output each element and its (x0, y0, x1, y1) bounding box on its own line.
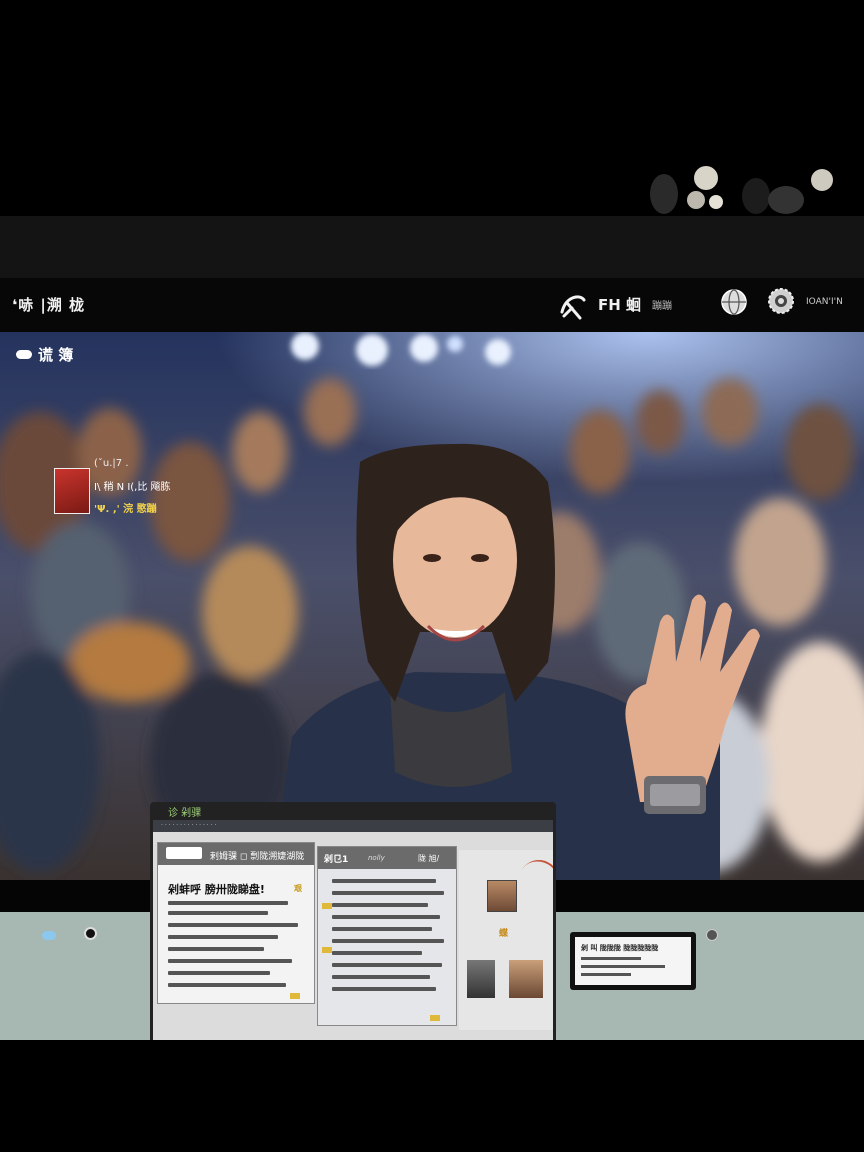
indicator-blue-icon (42, 931, 56, 940)
track-info-line2: I\ 稍 N I(,比 飚胨 (94, 482, 171, 493)
text-line (332, 903, 428, 907)
panel-feed-marker (322, 947, 332, 953)
track-thumbnail (54, 468, 90, 514)
text-line (332, 915, 440, 919)
cable-decoration (511, 852, 553, 908)
video-stage[interactable]: 谎 簿 (ˇu.|7 . I\ 稍 N I(,比 飚胨 'Ψ. ,' 浣 愍蹦 (0, 332, 864, 880)
text-line (168, 901, 288, 905)
panel-feed-marker (430, 1015, 440, 1021)
user-avatar[interactable] (487, 880, 517, 912)
text-line (168, 971, 270, 975)
track-info-line3: 'Ψ. ,' 浣 愍蹦 (94, 504, 157, 515)
concert-scene (0, 332, 864, 880)
text-line (332, 975, 430, 979)
text-line (332, 963, 442, 967)
panel-feed-marker (322, 903, 332, 909)
track-info-line1: (ˇu.|7 . (94, 458, 129, 469)
laptop-screen[interactable]: · · · · · · · · · · · · · · · 剌姆骒 ◻ 剽陇溯婕… (153, 820, 553, 1040)
text-line (168, 959, 292, 963)
indicator-grey-icon[interactable] (706, 929, 718, 941)
text-line (581, 965, 665, 968)
toolbar-strip (0, 216, 864, 278)
text-line (581, 973, 631, 976)
browser-toolbar: · · · · · · · · · · · · · · · (153, 820, 553, 832)
text-line (168, 935, 278, 939)
panel-media-badge: 蝶 (499, 929, 509, 939)
brand-subtitle: 蹦蹦 (652, 301, 672, 312)
text-line (332, 939, 444, 943)
globe-icon[interactable] (720, 288, 748, 316)
panel-articles-marker (290, 993, 300, 999)
live-label: 谎 簿 (38, 346, 74, 364)
panel-feed-badge: 陇 旭/ (418, 854, 440, 863)
menu-label[interactable]: IOAN'I'N (806, 297, 843, 307)
panel-articles[interactable]: 剌姆骒 ◻ 剽陇溯婕湖陇 剁蚌呼 膀卅陇睇盘! 艰 (157, 842, 315, 1004)
panel-media[interactable]: 蝶 (459, 850, 553, 1030)
media-thumbnail[interactable] (509, 960, 543, 998)
laptop-device: 诊 剁骒 · · · · · · · · · · · · · · · 剌姆骒 ◻… (150, 802, 556, 1040)
gear-icon[interactable] (766, 286, 796, 316)
app-header: ❛哧 |溯 栊 FH 蛔 蹦蹦 IOAN'I'N (0, 278, 864, 332)
indicator-record-icon[interactable] (84, 927, 97, 940)
laptop-title: 诊 剁骒 (168, 808, 202, 819)
bottom-black-area (0, 1040, 864, 1152)
text-line (332, 879, 436, 883)
tablet-screen[interactable]: 剁 叫 陇陇陇 陇陇陇陇陇 (575, 937, 691, 985)
app-title: ❛哧 |溯 栊 (12, 296, 86, 314)
panel-articles-header-text: 剌姆骒 ◻ 剽陇溯婕湖陇 (210, 852, 305, 862)
text-line (168, 923, 298, 927)
live-badge: 谎 簿 (16, 344, 73, 365)
tablet-device: 剁 叫 陇陇陇 陇陇陇陇陇 (570, 932, 696, 990)
brand-name[interactable]: FH 蛔 (598, 294, 641, 315)
brand-logo-icon[interactable] (558, 290, 588, 322)
media-thumbnail[interactable] (467, 960, 495, 998)
live-dot-icon (16, 350, 32, 359)
panel-feed-subtitle: nolly (368, 854, 385, 862)
tablet-heading: 剁 叫 陇陇陇 陇陇陇陇陇 (581, 944, 659, 952)
panel-feed-header-text: 剁㔾1 (324, 855, 349, 865)
panel-feed-header: 剁㔾1 nolly 陇 旭/ (318, 847, 456, 869)
track-info-card[interactable]: (ˇu.|7 . I\ 稍 N I(,比 飚胨 'Ψ. ,' 浣 愍蹦 (54, 458, 194, 516)
text-line (332, 987, 436, 991)
browser-url-placeholder[interactable]: · · · · · · · · · · · · · · · (161, 822, 216, 829)
text-line (332, 891, 444, 895)
panel-feed[interactable]: 剁㔾1 nolly 陇 旭/ (317, 846, 457, 1026)
text-line (332, 927, 432, 931)
panel-articles-tag: 艰 (294, 884, 302, 893)
panel-articles-title: 剁蚌呼 膀卅陇睇盘! (168, 883, 265, 896)
text-line (581, 957, 641, 960)
text-line (168, 947, 264, 951)
ambient-stage-lights (650, 166, 833, 214)
panel-articles-button[interactable] (166, 847, 202, 859)
text-line (332, 951, 422, 955)
text-line (168, 911, 268, 915)
text-line (168, 983, 286, 987)
panel-articles-header: 剌姆骒 ◻ 剽陇溯婕湖陇 (158, 843, 314, 865)
